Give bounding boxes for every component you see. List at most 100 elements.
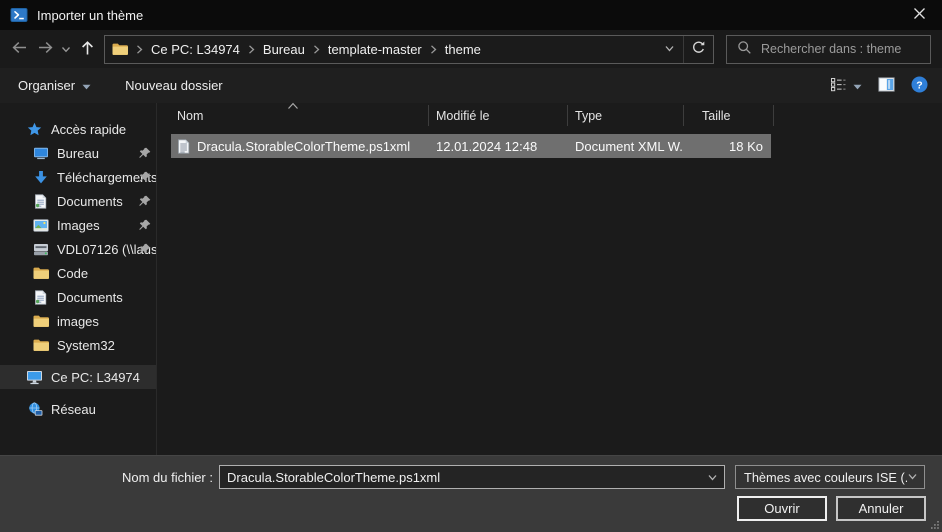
- footer: Nom du fichier : Thèmes avec couleurs IS…: [0, 455, 942, 532]
- sidebar-item-code[interactable]: Code: [0, 261, 156, 285]
- column-header-type[interactable]: Type: [568, 105, 684, 126]
- sidebar-item-label: Documents: [57, 194, 123, 209]
- network-drive-icon: [32, 243, 49, 256]
- pin-icon[interactable]: [139, 243, 151, 255]
- up-button[interactable]: [74, 35, 100, 63]
- chevron-down-icon: [82, 78, 91, 93]
- star-icon: [26, 122, 43, 137]
- pin-icon[interactable]: [139, 147, 151, 159]
- command-toolbar: Organiser Nouveau dossier ?: [0, 68, 942, 103]
- help-button[interactable]: ?: [911, 76, 928, 96]
- breadcrumb-segment-theme[interactable]: theme: [443, 42, 483, 57]
- chevron-down-icon: [707, 471, 718, 486]
- sidebar-item-vdl07126-laus[interactable]: VDL07126 (\\laus: [0, 237, 156, 261]
- resize-grip[interactable]: [930, 520, 940, 530]
- sidebar: Accès rapide Bureau Téléchargements Documen…: [0, 103, 156, 455]
- file-modified: 12.01.2024 12:48: [429, 139, 568, 154]
- file-type: Document XML W...: [568, 139, 684, 154]
- file-name: Dracula.StorableColorTheme.ps1xml: [197, 139, 410, 154]
- new-folder-button[interactable]: Nouveau dossier: [125, 78, 223, 93]
- organize-button-label: Organiser: [18, 78, 75, 93]
- forward-button[interactable]: [32, 35, 58, 63]
- column-header-modifi-le[interactable]: Modifié le: [429, 105, 568, 126]
- folder-icon: [112, 42, 128, 56]
- sidebar-item-images[interactable]: images: [0, 309, 156, 333]
- preview-pane-icon: [878, 77, 895, 95]
- change-view-button[interactable]: [830, 77, 862, 95]
- cancel-button[interactable]: Annuler: [836, 496, 926, 521]
- close-button[interactable]: [896, 0, 942, 30]
- chevron-down-icon: [853, 78, 862, 93]
- breadcrumb-segment-template-master[interactable]: template-master: [326, 42, 424, 57]
- document-icon: [32, 290, 49, 305]
- toolbar-right-group: ?: [830, 76, 928, 96]
- sidebar-item-ce-pc-l34974[interactable]: Ce PC: L34974: [0, 365, 156, 389]
- sidebar-item-acc-s-rapide[interactable]: Accès rapide: [0, 117, 156, 141]
- chevron-right-icon[interactable]: [424, 44, 443, 55]
- sidebar-item-label: Bureau: [57, 146, 99, 161]
- open-button-label: Ouvrir: [764, 501, 799, 516]
- new-folder-button-label: Nouveau dossier: [125, 78, 223, 93]
- svg-text:?: ?: [916, 79, 922, 91]
- cancel-button-label: Annuler: [859, 501, 904, 516]
- sidebar-item-r-seau[interactable]: Réseau: [0, 397, 156, 421]
- dialog-title: Importer un thème: [37, 8, 143, 23]
- sidebar-item-label: Ce PC: L34974: [51, 370, 140, 385]
- sidebar-item-documents[interactable]: Documents: [0, 189, 156, 213]
- filename-input[interactable]: [219, 465, 725, 489]
- filename-dropdown-button[interactable]: [707, 471, 718, 486]
- open-button[interactable]: Ouvrir: [737, 496, 827, 521]
- document-icon: [32, 194, 49, 209]
- network-icon: [26, 402, 43, 417]
- sidebar-item-t-l-chargements[interactable]: Téléchargements: [0, 165, 156, 189]
- sidebar-item-label: images: [57, 314, 99, 329]
- chevron-right-icon[interactable]: [307, 44, 326, 55]
- preview-pane-button[interactable]: [878, 77, 895, 95]
- chevron-down-icon: [907, 470, 918, 485]
- refresh-icon: [691, 40, 706, 58]
- recent-locations-button[interactable]: [58, 35, 74, 63]
- file-list: Dracula.StorableColorTheme.ps1xml 12.01.2…: [157, 134, 942, 158]
- main-area: Accès rapide Bureau Téléchargements Documen…: [0, 103, 942, 455]
- file-dialog-window: Importer un thème Ce PC: L34974 Bureau tem…: [0, 0, 942, 532]
- organize-button[interactable]: Organiser: [18, 78, 91, 93]
- back-button[interactable]: [6, 35, 32, 63]
- pin-icon[interactable]: [139, 171, 151, 183]
- refresh-button[interactable]: [683, 36, 713, 63]
- search-icon: [737, 40, 752, 58]
- breadcrumb-segment-ce-pc-l34974[interactable]: Ce PC: L34974: [149, 42, 242, 57]
- breadcrumb-segment-bureau[interactable]: Bureau: [261, 42, 307, 57]
- file-xml-icon: [177, 139, 190, 154]
- chevron-down-icon: [61, 42, 71, 57]
- pin-icon[interactable]: [139, 195, 151, 207]
- search-input[interactable]: [761, 42, 922, 56]
- filetype-select[interactable]: Thèmes avec couleurs ISE (.Stor: [735, 465, 925, 489]
- sidebar-item-images[interactable]: Images: [0, 213, 156, 237]
- pin-icon[interactable]: [139, 219, 151, 231]
- download-icon: [32, 170, 49, 185]
- desktop-icon: [32, 146, 49, 160]
- chevron-right-icon[interactable]: [242, 44, 261, 55]
- file-row-dracula-storablecolortheme-ps1xml[interactable]: Dracula.StorableColorTheme.ps1xml 12.01.2…: [171, 134, 771, 158]
- filename-row: Nom du fichier : Thèmes avec couleurs IS…: [121, 465, 942, 489]
- sidebar-item-label: Accès rapide: [51, 122, 126, 137]
- address-bar[interactable]: Ce PC: L34974 Bureau template-master theme: [104, 35, 714, 64]
- search-box: [726, 35, 931, 64]
- sidebar-item-documents[interactable]: Documents: [0, 285, 156, 309]
- sidebar-item-system32[interactable]: System32: [0, 333, 156, 357]
- file-list-pane: NomModifié leTypeTaille Dracula.Storable…: [156, 103, 942, 455]
- breadcrumb: Ce PC: L34974 Bureau template-master theme: [130, 42, 483, 57]
- folder-icon: [32, 314, 49, 328]
- sidebar-item-bureau[interactable]: Bureau: [0, 141, 156, 165]
- folder-icon: [32, 266, 49, 280]
- address-dropdown-button[interactable]: [655, 36, 683, 63]
- folder-icon: [32, 338, 49, 352]
- sidebar-item-label: Réseau: [51, 402, 96, 417]
- chevron-down-icon: [664, 42, 675, 57]
- sort-ascending-icon: [287, 98, 299, 106]
- column-header-taille[interactable]: Taille: [684, 105, 774, 126]
- chevron-right-icon[interactable]: [130, 44, 149, 55]
- back-arrow-icon: [11, 40, 28, 58]
- titlebar: Importer un thème: [0, 0, 942, 30]
- sidebar-item-label: System32: [57, 338, 115, 353]
